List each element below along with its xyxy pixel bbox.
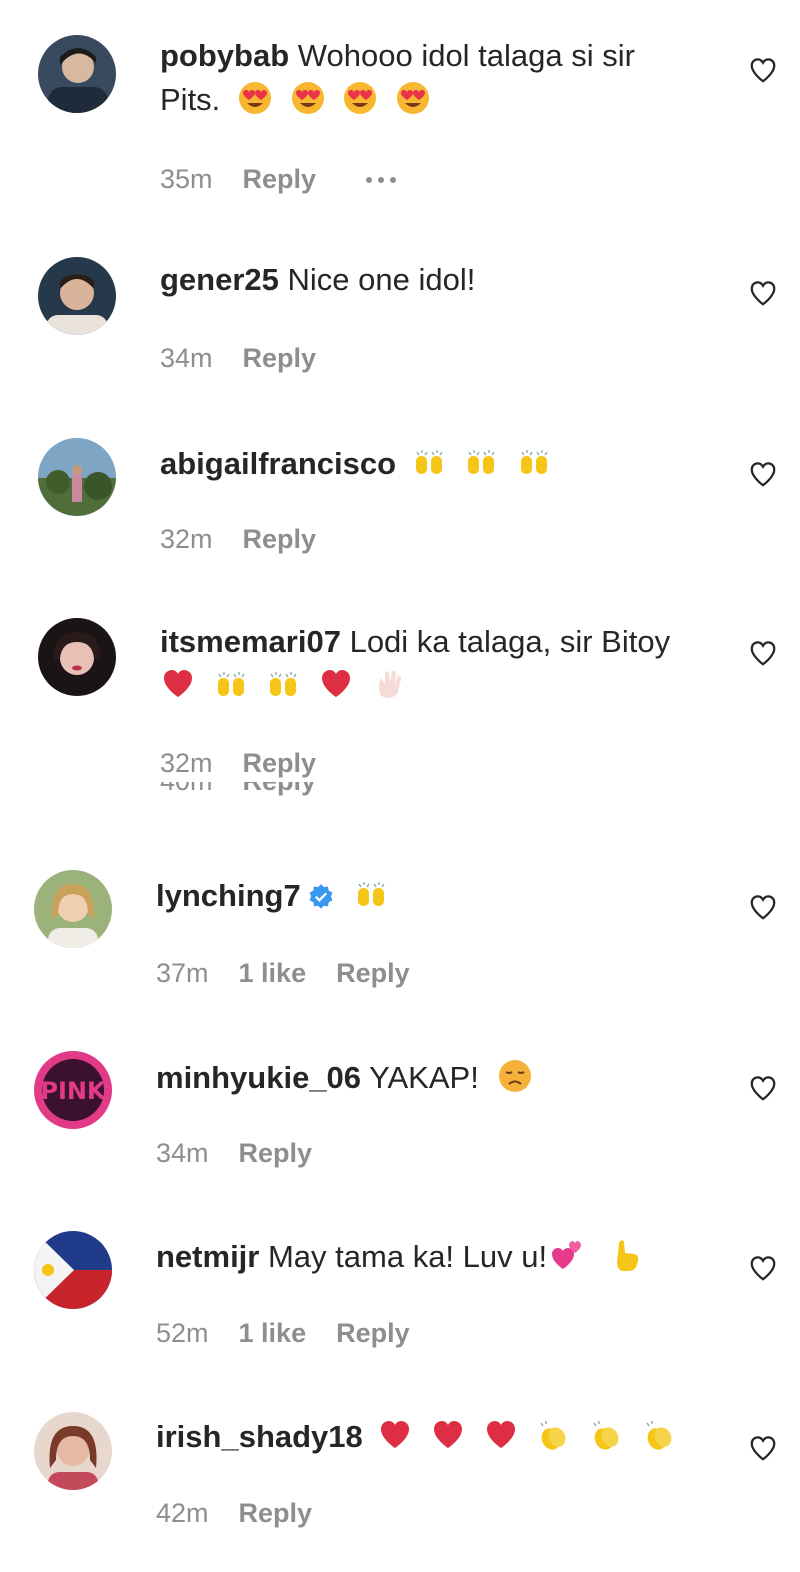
avatar[interactable] [38,257,116,335]
heart-eyes-face-emoji [291,82,324,114]
red-heart-emoji [381,1421,410,1448]
red-heart-emoji [164,670,192,697]
clapping-hands-emoji [645,1421,671,1450]
avatar[interactable] [34,870,112,948]
disappointed-face-emoji [499,1060,532,1092]
timestamp: 40m [160,782,213,796]
pointing-hand-emoji [616,1240,638,1271]
comment-meta: 32m Reply [160,748,346,779]
svg-text:PINK: PINK [40,1077,107,1105]
heart-eyes-face-emoji [344,82,377,114]
reply-button[interactable]: Reply [336,958,410,989]
red-heart-emoji [321,670,350,697]
timestamp: 32m [160,748,213,778]
reply-button[interactable]: Reply [243,343,317,374]
more-options-icon[interactable] [366,176,397,183]
reply-button[interactable]: Reply [239,1498,313,1529]
comment-text: Nice one idol! [287,262,476,297]
comment-text: Lodi ka talaga, sir Bitoy [349,624,671,659]
verified-badge-icon [309,884,333,909]
like-heart-icon[interactable] [748,1433,778,1463]
red-heart-emoji [434,1421,463,1448]
timestamp: 42m [156,1498,209,1528]
comment-meta: 37m 1 like Reply [156,958,440,989]
raising-hands-emoji [358,882,385,906]
likes-count[interactable]: 1 like [239,1318,307,1349]
heart-eyes-face-emoji [396,82,429,114]
avatar[interactable] [38,618,116,696]
reply-button[interactable]: Reply [239,1138,313,1169]
reply-button[interactable]: Reply [243,748,317,779]
comment-text: Pits. [160,82,221,117]
timestamp: 37m [156,958,209,988]
heart-eyes-face-emoji [238,82,271,114]
username[interactable]: lynching7 [156,878,301,913]
like-heart-icon[interactable] [748,55,778,85]
raising-hands-emoji [217,672,245,696]
like-heart-icon[interactable] [748,892,778,922]
avatar[interactable] [38,35,116,113]
reply-button[interactable]: Reply [336,1318,410,1349]
comment-text: YAKAP! [369,1060,479,1095]
raising-hands-emoji [415,450,443,474]
clapping-hands-emoji [593,1421,619,1450]
raising-hands-emoji [468,450,495,474]
like-heart-icon[interactable] [748,459,778,489]
raising-hands-emoji [520,450,548,474]
avatar[interactable] [38,438,116,516]
comment-meta: 35m Reply [160,164,426,195]
username[interactable]: netmijr [156,1239,259,1274]
likes-count[interactable]: 1 like [239,958,307,989]
timestamp: 52m [156,1318,209,1348]
like-heart-icon[interactable] [748,1253,778,1283]
username[interactable]: minhyukie_06 [156,1060,361,1095]
username[interactable]: abigailfrancisco [160,446,396,481]
avatar[interactable]: PINK [34,1051,112,1129]
timestamp: 32m [160,524,213,554]
reply-button: Reply [243,782,317,796]
timestamp: 35m [160,164,213,194]
like-heart-icon[interactable] [748,278,778,308]
waving-hand-emoji [378,670,401,698]
timestamp: 34m [156,1138,209,1168]
username[interactable]: itsmemari07 [160,624,341,659]
avatar[interactable] [34,1412,112,1490]
timestamp: 34m [160,343,213,373]
like-heart-icon[interactable] [748,638,778,668]
reply-button[interactable]: Reply [243,164,317,195]
reply-button[interactable]: Reply [243,524,317,555]
clapping-hands-emoji [540,1421,566,1450]
two-hearts-emoji [552,1241,582,1269]
red-heart-emoji [486,1421,515,1448]
comment-text: Wohooo idol talaga si sir [297,38,635,73]
comment-meta: 32m Reply [160,524,346,555]
comment-text: May tama ka! Luv u! [267,1239,548,1274]
username[interactable]: gener25 [160,262,279,297]
raising-hands-emoji [270,672,297,696]
cropped-comment-meta: 40m Reply [160,782,360,808]
comment-meta: 52m 1 like Reply [156,1318,440,1349]
comment-meta: 34m Reply [160,343,346,374]
comment-meta: 42m Reply [156,1498,342,1529]
like-heart-icon[interactable] [748,1073,778,1103]
username[interactable]: irish_shady18 [156,1419,363,1454]
comment-meta: 34m Reply [156,1138,342,1169]
username[interactable]: pobybab [160,38,289,73]
avatar[interactable] [34,1231,112,1309]
